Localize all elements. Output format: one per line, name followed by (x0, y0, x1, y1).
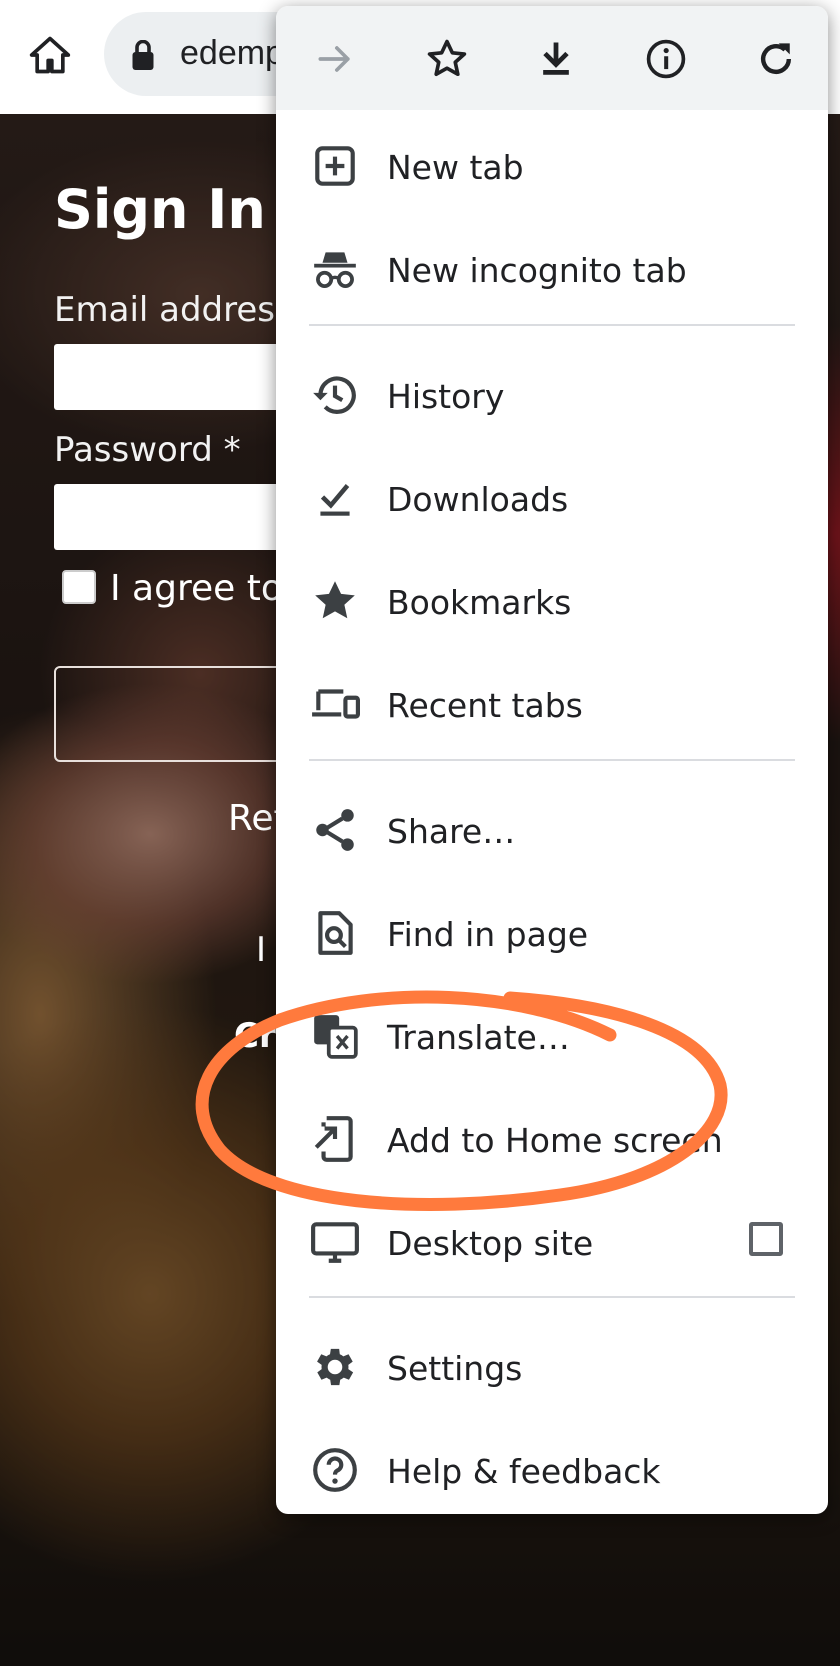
menu-item-find-in-page[interactable]: Find in page (276, 882, 828, 985)
menu-item-label: Help & feedback (387, 1452, 661, 1491)
lock-icon (132, 40, 154, 70)
page-title: Sign In (54, 178, 266, 241)
menu-item-new-incognito-tab[interactable]: New incognito tab (276, 218, 828, 321)
menu-item-label: History (387, 377, 505, 416)
menu-divider (309, 1296, 795, 1298)
menu-item-label: Add to Home screen (387, 1121, 723, 1160)
separator-text: I (256, 930, 267, 970)
find-in-page-icon (310, 908, 360, 958)
menu-item-history[interactable]: History (276, 344, 828, 447)
add-to-home-icon (310, 1114, 360, 1164)
menu-toolbar (276, 6, 828, 110)
menu-item-label: Bookmarks (387, 583, 572, 622)
history-icon (310, 370, 360, 420)
menu-item-add-to-home-screen[interactable]: Add to Home screen (276, 1088, 828, 1191)
password-field[interactable] (54, 484, 314, 550)
email-label: Email address (54, 290, 293, 330)
gear-icon (310, 1342, 360, 1392)
bookmark-star-icon[interactable] (420, 32, 474, 86)
new-tab-icon (310, 141, 360, 191)
menu-item-bookmarks[interactable]: Bookmarks (276, 550, 828, 653)
menu-item-downloads[interactable]: Downloads (276, 447, 828, 550)
menu-item-label: Desktop site (387, 1224, 594, 1263)
home-icon[interactable] (28, 33, 72, 77)
menu-item-translate[interactable]: Translate… (276, 985, 828, 1088)
menu-item-label: Downloads (387, 480, 569, 519)
menu-item-label: New tab (387, 148, 524, 187)
menu-item-share[interactable]: Share… (276, 779, 828, 882)
menu-item-label: Share… (387, 812, 516, 851)
reload-icon[interactable] (749, 32, 803, 86)
menu-item-help-feedback[interactable]: Help & feedback (276, 1419, 828, 1514)
menu-divider (309, 324, 795, 326)
share-icon (310, 805, 360, 855)
download-icon[interactable] (529, 32, 583, 86)
url-text[interactable]: edemp (180, 34, 284, 73)
desktop-icon (310, 1217, 360, 1267)
desktop-site-checkbox[interactable] (749, 1222, 783, 1256)
info-icon[interactable] (639, 32, 693, 86)
menu-item-label: Recent tabs (387, 686, 583, 725)
menu-item-label: Translate… (387, 1018, 570, 1057)
overflow-menu: New tab New incognito tab History Downlo… (276, 6, 828, 1514)
menu-item-desktop-site[interactable]: Desktop site (276, 1191, 828, 1294)
menu-item-label: Settings (387, 1349, 523, 1388)
create-account-link[interactable]: Cr (234, 1016, 276, 1056)
incognito-icon (310, 244, 360, 294)
help-icon (310, 1445, 360, 1495)
translate-icon (310, 1011, 360, 1061)
menu-item-recent-tabs[interactable]: Recent tabs (276, 653, 828, 756)
menu-item-settings[interactable]: Settings (276, 1316, 828, 1419)
menu-divider (309, 759, 795, 761)
menu-item-label: Find in page (387, 915, 589, 954)
menu-item-new-tab[interactable]: New tab (276, 115, 828, 218)
agree-checkbox[interactable] (62, 570, 96, 604)
menu-item-label: New incognito tab (387, 251, 687, 290)
downloads-icon (310, 473, 360, 523)
star-icon (310, 576, 360, 626)
email-field[interactable] (54, 344, 314, 410)
forward-icon[interactable] (308, 32, 362, 86)
password-label: Password * (54, 430, 241, 470)
devices-icon (310, 679, 360, 729)
